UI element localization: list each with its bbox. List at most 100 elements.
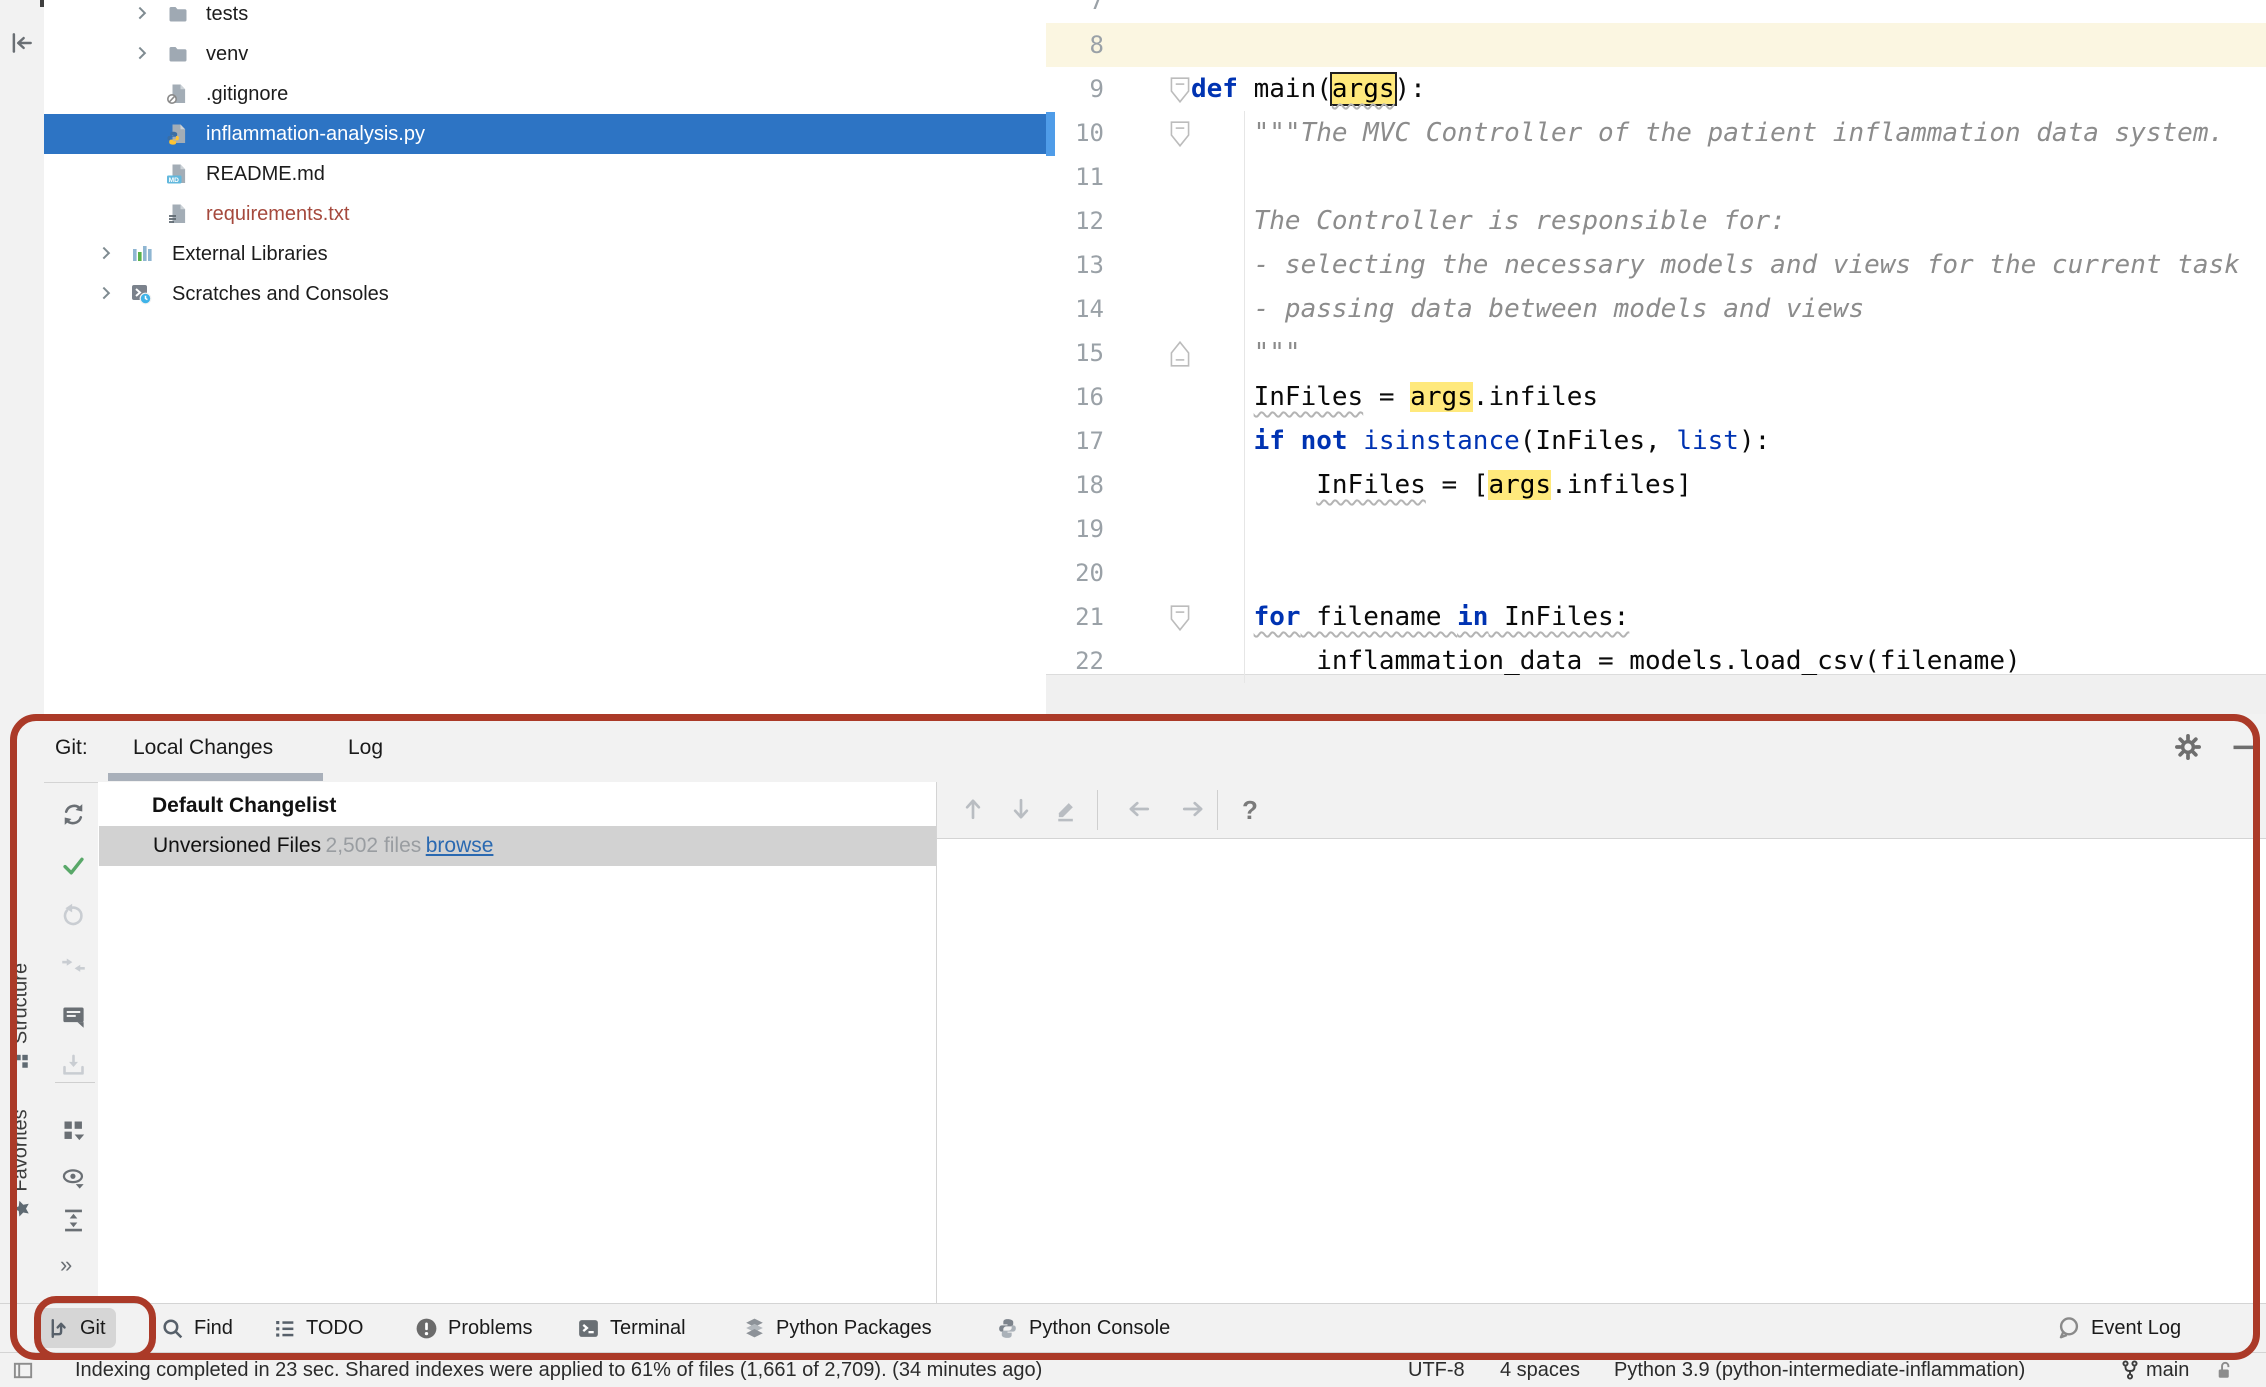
code-line[interactable]: for filename in InFiles: <box>1191 595 1630 639</box>
code-token: """ <box>1191 338 1301 368</box>
code-line[interactable]: if not isinstance(InFiles, list): <box>1191 419 1771 463</box>
scratches-icon <box>130 282 154 306</box>
tool-button-python-packages[interactable]: Python Packages <box>732 1308 942 1348</box>
packages-icon <box>742 1316 767 1341</box>
code-line[interactable]: """The MVC Controller of the patient inf… <box>1191 111 2225 155</box>
code-line[interactable]: The Controller is responsible for: <box>1191 199 1786 243</box>
chevron-right-icon[interactable] <box>96 283 118 305</box>
unversioned-files-row[interactable]: Unversioned Files 2,502 files browse <box>99 826 936 866</box>
code-token: The Controller is responsible for: <box>1191 206 1786 236</box>
arrow-up-icon[interactable] <box>959 795 989 825</box>
fold-marker-icon[interactable] <box>1168 75 1192 105</box>
arrow-down-icon[interactable] <box>1007 795 1037 825</box>
default-changelist-label: Default Changelist <box>152 794 337 817</box>
project-tree-panel: tests venv .gitignore inflammation-analysis… <box>44 0 1046 714</box>
tree-row[interactable]: venv <box>44 34 1046 74</box>
arrow-right-icon[interactable] <box>1179 795 1209 825</box>
tree-row[interactable]: Scratches and Consoles <box>44 274 1046 314</box>
refresh-icon[interactable] <box>60 801 90 831</box>
commit-check-icon[interactable] <box>60 852 90 882</box>
branch-name[interactable]: main <box>2146 1353 2189 1387</box>
tab-local-changes[interactable]: Local Changes <box>133 714 273 782</box>
todo-list-icon <box>272 1316 297 1341</box>
status-widget[interactable]: Python 3.9 (python-intermediate-inflamma… <box>1614 1353 2025 1387</box>
chevron-right-icon[interactable] <box>132 3 154 25</box>
external-libraries-icon <box>130 242 154 266</box>
code-line[interactable]: def main(args): <box>1191 67 1426 111</box>
git-tool-window: Git: Local Changes Log » Default Changel… <box>44 714 2266 1352</box>
view-options-eye-icon[interactable] <box>60 1165 90 1195</box>
left-tool-stripe: Structure Favorites <box>0 0 64 1352</box>
code-token: if <box>1253 426 1285 456</box>
gitignore-file-icon <box>166 82 190 106</box>
more-chevrons-icon[interactable]: » <box>60 1252 90 1282</box>
code-token: InFiles: <box>1488 602 1630 632</box>
unversioned-files-count: 2,502 files <box>325 834 422 857</box>
code-token: def <box>1191 74 1238 104</box>
code-line[interactable]: - passing data between models and views <box>1191 287 1864 331</box>
search-icon <box>160 1316 185 1341</box>
browse-link[interactable]: browse <box>426 834 494 857</box>
event-log-icon <box>2056 1315 2082 1341</box>
code-token: = <box>1363 382 1411 412</box>
tool-button-find[interactable]: Find <box>150 1308 243 1348</box>
expand-collapse-icon[interactable] <box>60 1207 90 1237</box>
git-panel-header: Git: Local Changes Log <box>44 714 2266 783</box>
arrow-left-icon[interactable] <box>1125 795 1155 825</box>
tool-button-git[interactable]: Git <box>36 1308 116 1348</box>
svg-text:MD: MD <box>169 177 179 184</box>
commit-message-icon[interactable] <box>60 1003 90 1033</box>
tab-log[interactable]: Log <box>348 714 383 782</box>
tool-button-terminal[interactable]: Terminal <box>566 1308 696 1348</box>
code-line[interactable]: """ <box>1191 331 1301 375</box>
group-by-icon[interactable] <box>60 1117 90 1147</box>
tree-row[interactable]: External Libraries <box>44 234 1046 274</box>
code-token: = [ <box>1425 470 1489 500</box>
help-icon[interactable]: ? <box>1242 795 1272 825</box>
tool-button-problems[interactable]: Problems <box>404 1308 542 1348</box>
code-token: - passing data between models and views <box>1191 294 1865 324</box>
toolwindow-icon[interactable] <box>12 1359 35 1382</box>
code-line[interactable]: InFiles = [args.infiles] <box>1191 463 1692 507</box>
git-panel-title: Git: <box>55 736 88 759</box>
fold-marker-icon[interactable] <box>1168 603 1192 633</box>
chevron-right-icon[interactable] <box>96 243 118 265</box>
tree-item-label: README.md <box>206 163 325 185</box>
edit-pencil-icon[interactable] <box>1053 795 1083 825</box>
merge-arrows-icon[interactable] <box>60 952 90 982</box>
chevron-right-icon[interactable] <box>132 43 154 65</box>
tree-row[interactable]: requirements.txt <box>44 194 1046 234</box>
code-line[interactable]: inflammation_data = models.load_csv(file… <box>1191 639 2020 683</box>
diff-preview-toolbar: ? <box>937 782 2266 839</box>
star-icon <box>11 1199 31 1219</box>
fold-marker-icon[interactable] <box>1168 339 1192 369</box>
code-line[interactable]: - selecting the necessary models and vie… <box>1191 243 2240 287</box>
status-widget[interactable]: 4 spaces <box>1500 1353 1580 1387</box>
fold-marker-icon[interactable] <box>1168 119 1192 149</box>
tree-row[interactable]: inflammation-analysis.py <box>44 114 1046 154</box>
markdown-file-icon: MD <box>166 162 190 186</box>
tree-row[interactable]: .gitignore <box>44 74 1046 114</box>
git-branch-tool-icon <box>46 1316 71 1341</box>
scroll-from-source-icon[interactable] <box>9 30 35 56</box>
terminal-icon <box>576 1316 601 1341</box>
gear-icon[interactable] <box>2174 733 2202 761</box>
status-widget[interactable]: UTF-8 <box>1408 1353 1465 1387</box>
tool-button-todo[interactable]: TODO <box>262 1308 373 1348</box>
code-line[interactable]: InFiles = args.infiles <box>1191 375 1598 419</box>
tool-stripe-button-structure[interactable]: Structure <box>10 963 33 1071</box>
tool-button-python-console[interactable]: Python Console <box>985 1308 1180 1348</box>
default-changelist-row[interactable]: Default Changelist <box>98 786 936 826</box>
tree-row[interactable]: MD README.md <box>44 154 1046 194</box>
shelve-icon[interactable] <box>60 1052 90 1082</box>
tool-button-label: Python Packages <box>776 1316 932 1339</box>
unlock-icon[interactable] <box>2212 1359 2235 1382</box>
code-token: ): <box>1738 426 1771 456</box>
tree-row[interactable]: tests <box>44 0 1046 34</box>
code-token: InFiles <box>1253 382 1364 412</box>
tool-button-label: TODO <box>306 1316 364 1339</box>
minimize-icon[interactable] <box>2230 733 2258 761</box>
rollback-icon[interactable] <box>60 902 90 932</box>
tool-stripe-button-favorites[interactable]: Favorites <box>10 1109 33 1218</box>
event-log-button[interactable]: Event Log <box>2046 1308 2191 1348</box>
